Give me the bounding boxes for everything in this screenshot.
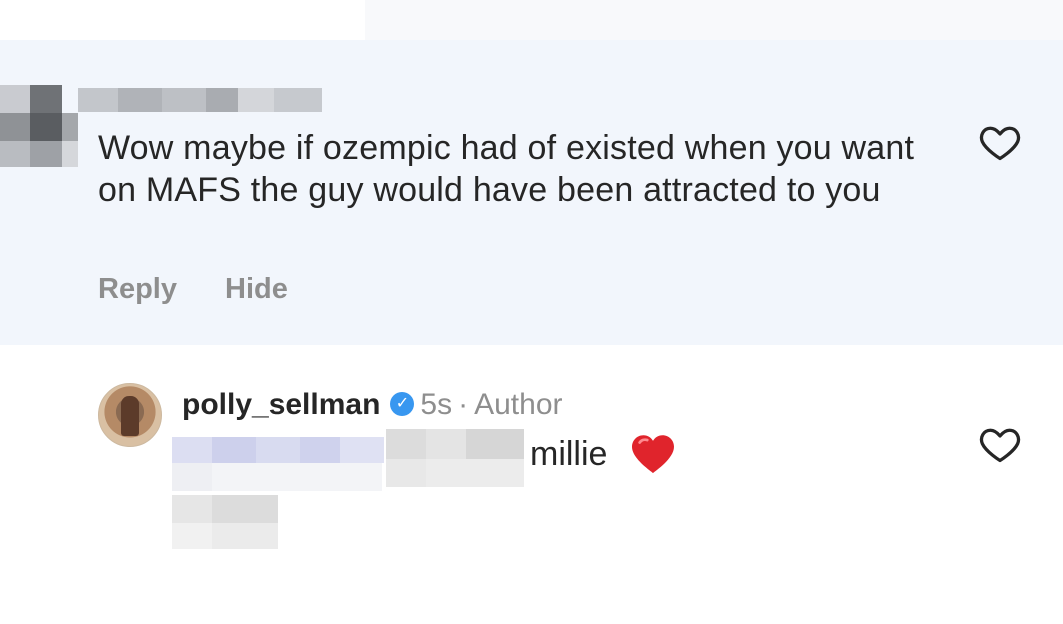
red-heart-icon	[632, 435, 674, 474]
author-label: Author	[474, 388, 563, 421]
avatar-figure	[121, 396, 139, 436]
reply-row: polly_sellman ✓ 5s · Author millie	[0, 345, 1063, 624]
timestamp: 5s	[420, 388, 453, 421]
heart-outline-icon[interactable]	[977, 120, 1023, 164]
avatar[interactable]	[98, 383, 162, 447]
top-strip-white-chunk	[0, 0, 365, 40]
separator-dot: ·	[458, 388, 469, 421]
reply-button[interactable]: Reply	[98, 273, 177, 306]
heart-outline-icon[interactable]	[977, 422, 1023, 466]
reply-text: millie	[530, 435, 608, 473]
comment-row: Wow maybe if ozempic had of existed when…	[0, 40, 1063, 345]
reply-header: polly_sellman ✓ 5s · Author	[182, 387, 563, 423]
comment-text: Wow maybe if ozempic had of existed when…	[98, 129, 915, 209]
verified-badge-icon: ✓	[390, 392, 415, 417]
username[interactable]: polly_sellman	[182, 388, 380, 421]
hide-button[interactable]: Hide	[225, 273, 288, 306]
comment-actions: Reply Hide	[98, 273, 288, 306]
top-strip	[0, 0, 1063, 40]
